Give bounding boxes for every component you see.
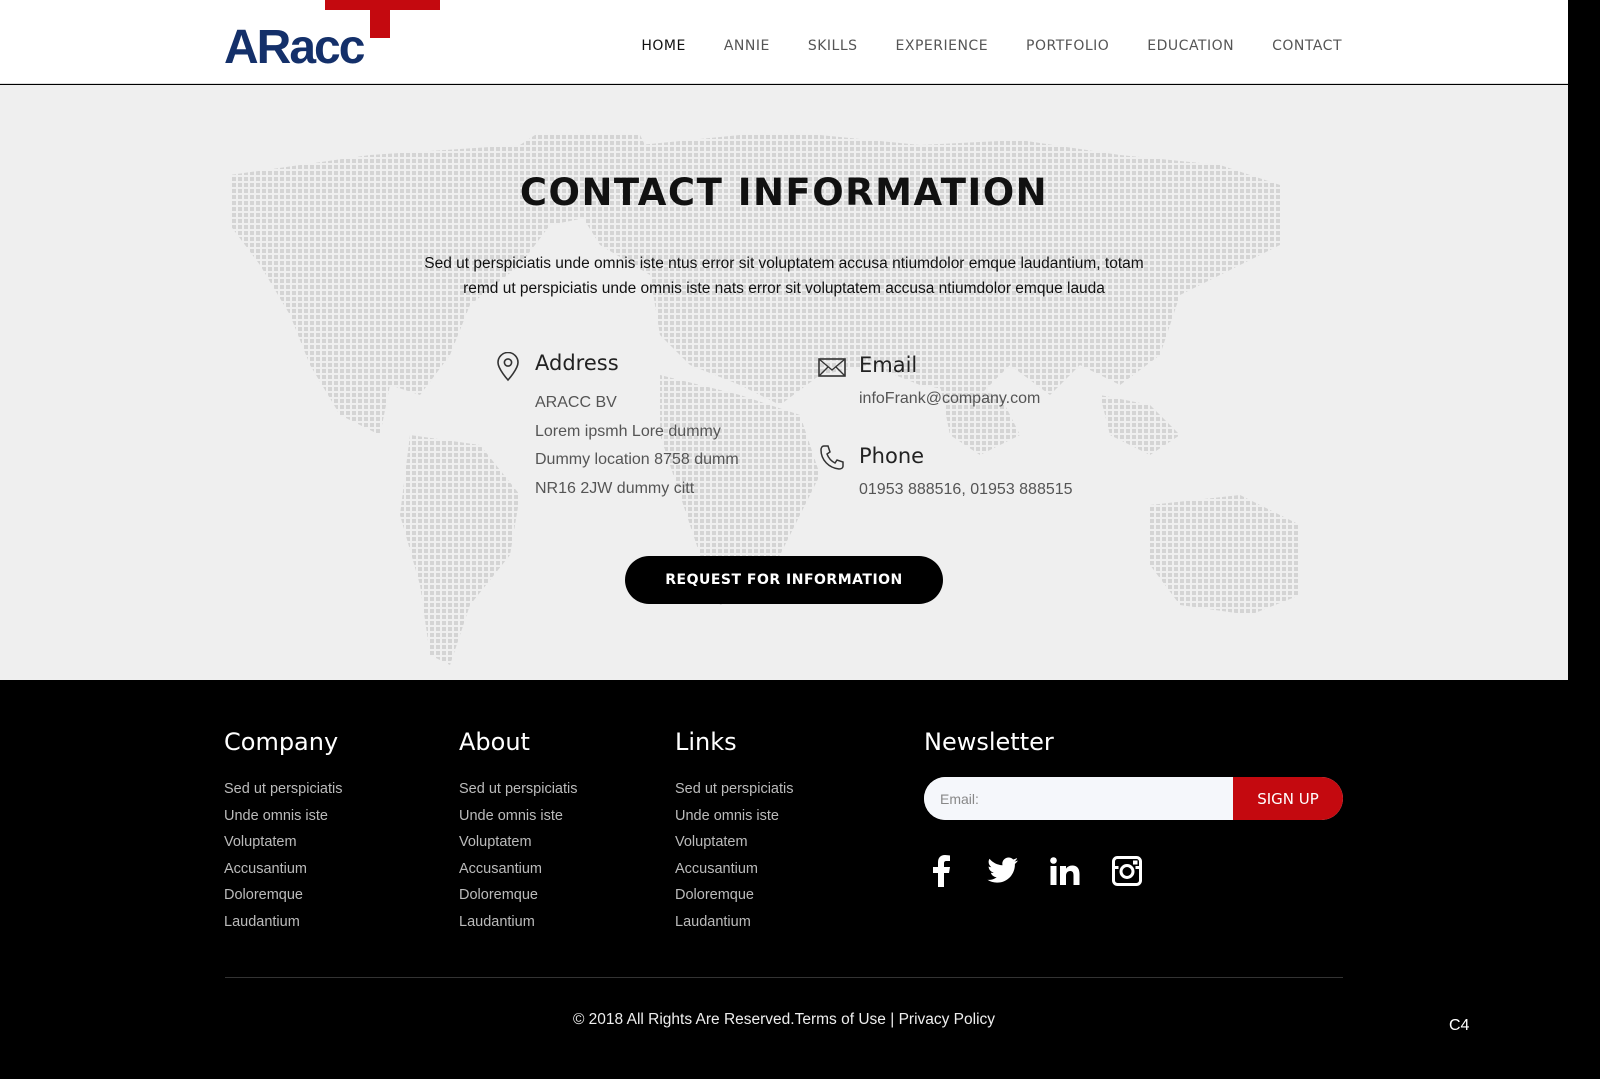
footer-link-list: Sed ut perspiciatis Unde omnis iste Volu…	[675, 776, 793, 935]
site-footer: Company Sed ut perspiciatis Unde omnis i…	[0, 680, 1568, 1079]
footer-link-list: Sed ut perspiciatis Unde omnis iste Volu…	[224, 776, 342, 935]
nav-item-skills[interactable]: SKILLS	[808, 36, 858, 56]
footer-link[interactable]: Doloremque	[224, 882, 342, 909]
footer-link[interactable]: Sed ut perspiciatis	[224, 776, 342, 803]
footer-link[interactable]: Voluptatem	[459, 829, 577, 856]
footer-link[interactable]: Unde omnis iste	[459, 803, 577, 830]
footer-column-about: About Sed ut perspiciatis Unde omnis ist…	[459, 728, 577, 935]
terms-of-use-link[interactable]: Terms of Use	[795, 1011, 886, 1028]
footer-link[interactable]: Unde omnis iste	[224, 803, 342, 830]
newsletter-title: Newsletter	[924, 728, 1054, 756]
newsletter-email-input[interactable]	[924, 777, 1233, 820]
contact-title: CONTACT INFORMATION	[519, 171, 1049, 214]
newsletter-form: SIGN UP	[924, 777, 1343, 820]
nav-item-home[interactable]: HOME	[641, 36, 685, 56]
address-line: Dummy location 8758 dumm	[535, 451, 739, 468]
corner-code: C4	[1449, 1017, 1470, 1034]
footer-link[interactable]: Laudantium	[224, 909, 342, 936]
phone-title: Phone	[859, 444, 925, 468]
footer-link[interactable]: Accusantium	[459, 856, 577, 883]
address-lines: ARACC BV Lorem ipsmh Lore dummy Dummy lo…	[535, 389, 739, 503]
address-line: NR16 2JW dummy citt	[535, 479, 695, 497]
map-pin-icon	[497, 352, 519, 382]
privacy-policy-link[interactable]: Privacy Policy	[899, 1011, 995, 1028]
phone-icon	[820, 445, 844, 470]
logo-text: ARacc	[224, 21, 365, 74]
footer-link[interactable]: Doloremque	[675, 882, 793, 909]
footer-link[interactable]: Laudantium	[675, 909, 793, 936]
address-title: Address	[535, 351, 619, 375]
logo-cross-stem	[370, 0, 390, 38]
footer-column-title: About	[459, 728, 530, 756]
newsletter-block: Newsletter SIGN UP	[924, 728, 1343, 887]
footer-link[interactable]: Accusantium	[224, 856, 342, 883]
facebook-icon[interactable]	[924, 854, 958, 888]
footer-column-title: Links	[675, 728, 737, 756]
site-header: ARacc HOME ANNIE SKILLS EXPERIENCE PORTF…	[0, 0, 1568, 84]
footer-column-links: Links Sed ut perspiciatis Unde omnis ist…	[675, 728, 793, 935]
contact-section: CONTACT INFORMATION Sed ut perspiciatis …	[0, 85, 1568, 680]
footer-column-title: Company	[224, 728, 339, 756]
footer-link-list: Sed ut perspiciatis Unde omnis iste Volu…	[459, 776, 577, 935]
footer-link[interactable]: Laudantium	[459, 909, 577, 936]
request-information-button[interactable]: REQUEST FOR INFORMATION	[625, 556, 943, 604]
footer-link[interactable]: Voluptatem	[224, 829, 342, 856]
nav-item-annie[interactable]: ANNIE	[724, 36, 770, 56]
social-links	[924, 854, 1144, 888]
copyright-bar: © 2018 All Rights Are Reserved.Terms of …	[0, 1011, 1568, 1029]
address-line: ARACC BV	[535, 394, 617, 411]
main-nav: HOME ANNIE SKILLS EXPERIENCE PORTFOLIO E…	[641, 36, 1342, 56]
email-title: Email	[859, 353, 918, 377]
envelope-icon	[818, 358, 846, 377]
footer-link[interactable]: Sed ut perspiciatis	[459, 776, 577, 803]
linkedin-icon[interactable]	[1048, 854, 1082, 888]
nav-item-experience[interactable]: EXPERIENCE	[896, 36, 989, 56]
footer-link[interactable]: Voluptatem	[675, 829, 793, 856]
footer-link[interactable]: Doloremque	[459, 882, 577, 909]
sign-up-button[interactable]: SIGN UP	[1233, 777, 1343, 820]
site-logo[interactable]: ARacc	[224, 0, 440, 76]
footer-divider	[225, 977, 1343, 978]
footer-column-company: Company Sed ut perspiciatis Unde omnis i…	[224, 728, 342, 935]
copyright-text: © 2018 All Rights Are Reserved.	[572, 1011, 795, 1028]
phone-value: 01953 888516, 01953 888515	[859, 481, 1073, 498]
nav-item-portfolio[interactable]: PORTFOLIO	[1026, 36, 1109, 56]
address-line: Lorem ipsmh Lore dummy	[535, 422, 721, 440]
instagram-icon[interactable]	[1110, 854, 1144, 888]
footer-link[interactable]: Sed ut perspiciatis	[675, 776, 793, 803]
twitter-icon[interactable]	[986, 854, 1020, 888]
contact-description: Sed ut perspiciatis unde omnis iste ntus…	[424, 255, 1144, 297]
email-value[interactable]: infoFrank@company.com	[859, 385, 1040, 414]
footer-link[interactable]: Unde omnis iste	[675, 803, 793, 830]
footer-link[interactable]: Accusantium	[675, 856, 793, 883]
link-separator: |	[885, 1011, 899, 1028]
nav-item-education[interactable]: EDUCATION	[1147, 36, 1234, 56]
nav-item-contact[interactable]: CONTACT	[1272, 36, 1342, 56]
